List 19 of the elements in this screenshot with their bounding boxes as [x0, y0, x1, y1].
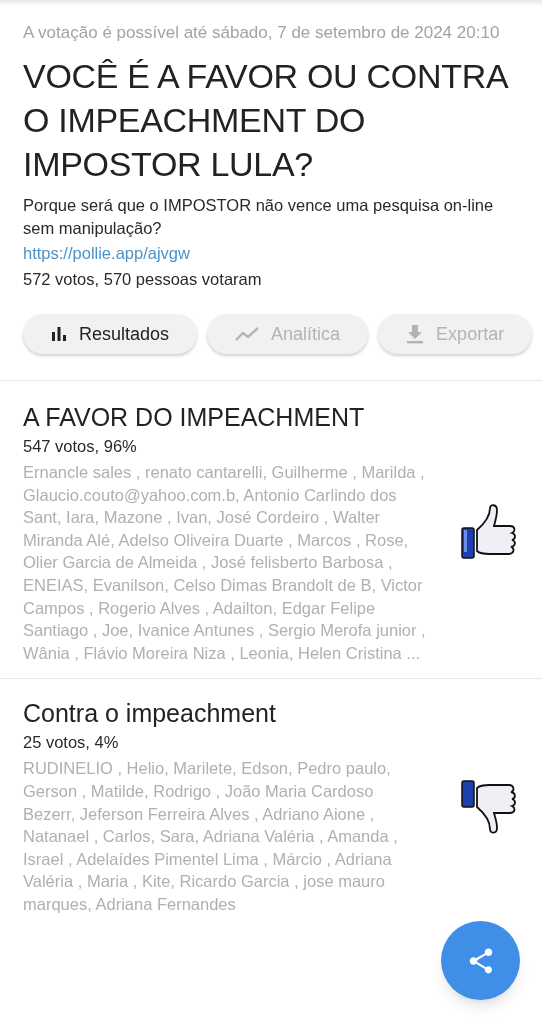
- option-title: A FAVOR DO IMPEACHMENT: [23, 402, 366, 433]
- download-icon: [406, 324, 425, 344]
- deadline-text: A votação é possível até sábado, 7 de setembro de 2024 20:10: [23, 22, 501, 44]
- poll-title: VOCÊ É A FAVOR OU CONTRA O IMPEACHMENT DO IMPOSTOR LULA?: [23, 56, 509, 185]
- vote-count: 25 votos, 4%: [23, 732, 120, 754]
- poll-description: Porque será que o IMPOSTOR não vence uma pesquisa on-line sem manipulação?: [23, 195, 495, 239]
- vote-count: 547 votos, 96%: [23, 436, 138, 457]
- analytics-button[interactable]: Analítica: [207, 314, 369, 354]
- bar-chart-icon: [51, 326, 67, 342]
- thumbs-up-icon: [460, 503, 518, 562]
- vote-summary: 572 votos, 570 pessoas votaram: [23, 269, 263, 290]
- export-button[interactable]: Exportar: [378, 314, 533, 354]
- option-title: Contra o impeachment: [23, 698, 277, 730]
- poll-link[interactable]: https://pollie.app/ajvgw: [23, 240, 519, 266]
- voter-list: RUDINELIO , Helio, Marilete, Edson, Pedro paulo, Gerson , Matilde, Rodrigo , João Maria Cardoso Bezerr, Jeferson Ferreira Alves , Adriano Aione , Natanael , Carlos, Sara, Adriana Valéria , Amanda , Israel , Adelaídes Pimentel Lima , Márcio , Adriana Valéria , Maria , Kite, Ricardo Garcia , jose mauro marques, Adriana Fernandes: [23, 757, 428, 916]
- voter-list: Ernancle sales , renato cantarelli, Guilherme , Marilda , Glaucio.couto@yahoo.com.b, Antonio Carlindo dos Sant, Iara, Mazone , Ivan, José Cordeiro , Walter Miranda Alé, Adelso Oliveira Duarte , Marcos , Rose, Olier Garcia de Almeida , José felisberto Barbosa , ENEIAS, Evanilson, Celso Dimas Brandolt de B, Victor Campos , Rogerio Alves , Adailton, Edgar Felipe Santiago , Joe, Ivanice Antunes , Sergio Merofa junior , Wânia , Flávio Moreira Niza , Leonia, Helen Cristina ...: [23, 461, 428, 665]
- trend-line-icon: [235, 326, 260, 342]
- thumbs-down-icon: [460, 777, 518, 836]
- results-button[interactable]: Resultados: [23, 314, 198, 354]
